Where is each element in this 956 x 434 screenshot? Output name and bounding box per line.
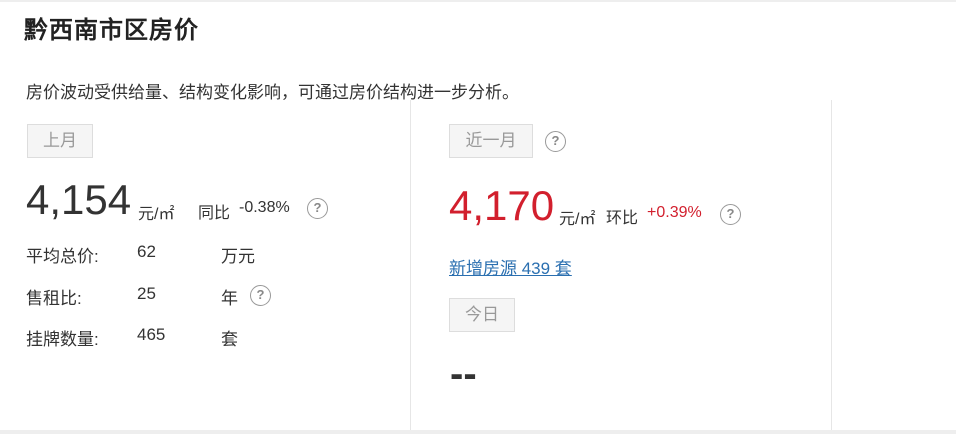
tab-today[interactable]: 今日 (449, 298, 515, 332)
column-divider (410, 100, 411, 430)
sale-rent-ratio-value: 25 (137, 284, 156, 303)
today-value: -- (450, 352, 477, 396)
top-border (0, 0, 956, 2)
listing-count-label: 挂牌数量: (26, 330, 99, 349)
question-circle-icon[interactable]: ? (720, 204, 741, 225)
avg-total-price-unit: 万元 (221, 247, 255, 266)
listing-count-unit: 套 (221, 330, 238, 349)
recent-month-unit: 元/㎡ (559, 211, 596, 228)
page-title: 黔西南市区房价 (24, 17, 199, 44)
page-subtitle: 房价波动受供给量、结构变化影响，可通过房价结构进一步分析。 (26, 83, 519, 102)
tab-last-month[interactable]: 上月 (27, 124, 93, 158)
mom-value: +0.39% (647, 204, 702, 221)
recent-month-price: 4,170 (449, 182, 555, 229)
column-divider (831, 100, 832, 430)
avg-total-price-label: 平均总价: (26, 247, 99, 266)
tab-recent-month[interactable]: 近一月 (449, 124, 533, 158)
mom-label: 环比 (606, 210, 639, 227)
sale-rent-ratio-unit: 年 (221, 289, 238, 308)
question-circle-icon[interactable]: ? (250, 285, 271, 306)
avg-total-price-value: 62 (137, 242, 156, 261)
new-listings-link[interactable]: 新增房源 439 套 (449, 254, 572, 279)
yoy-value: -0.38% (239, 199, 290, 216)
question-circle-icon[interactable]: ? (545, 131, 566, 152)
last-month-unit: 元/㎡ (138, 206, 175, 223)
bottom-border (0, 430, 956, 434)
yoy-label: 同比 (198, 205, 231, 222)
listing-count-value: 465 (137, 325, 166, 344)
last-month-price: 4,154 (26, 176, 132, 223)
sale-rent-ratio-label: 售租比: (26, 289, 82, 308)
question-circle-icon[interactable]: ? (307, 198, 328, 219)
